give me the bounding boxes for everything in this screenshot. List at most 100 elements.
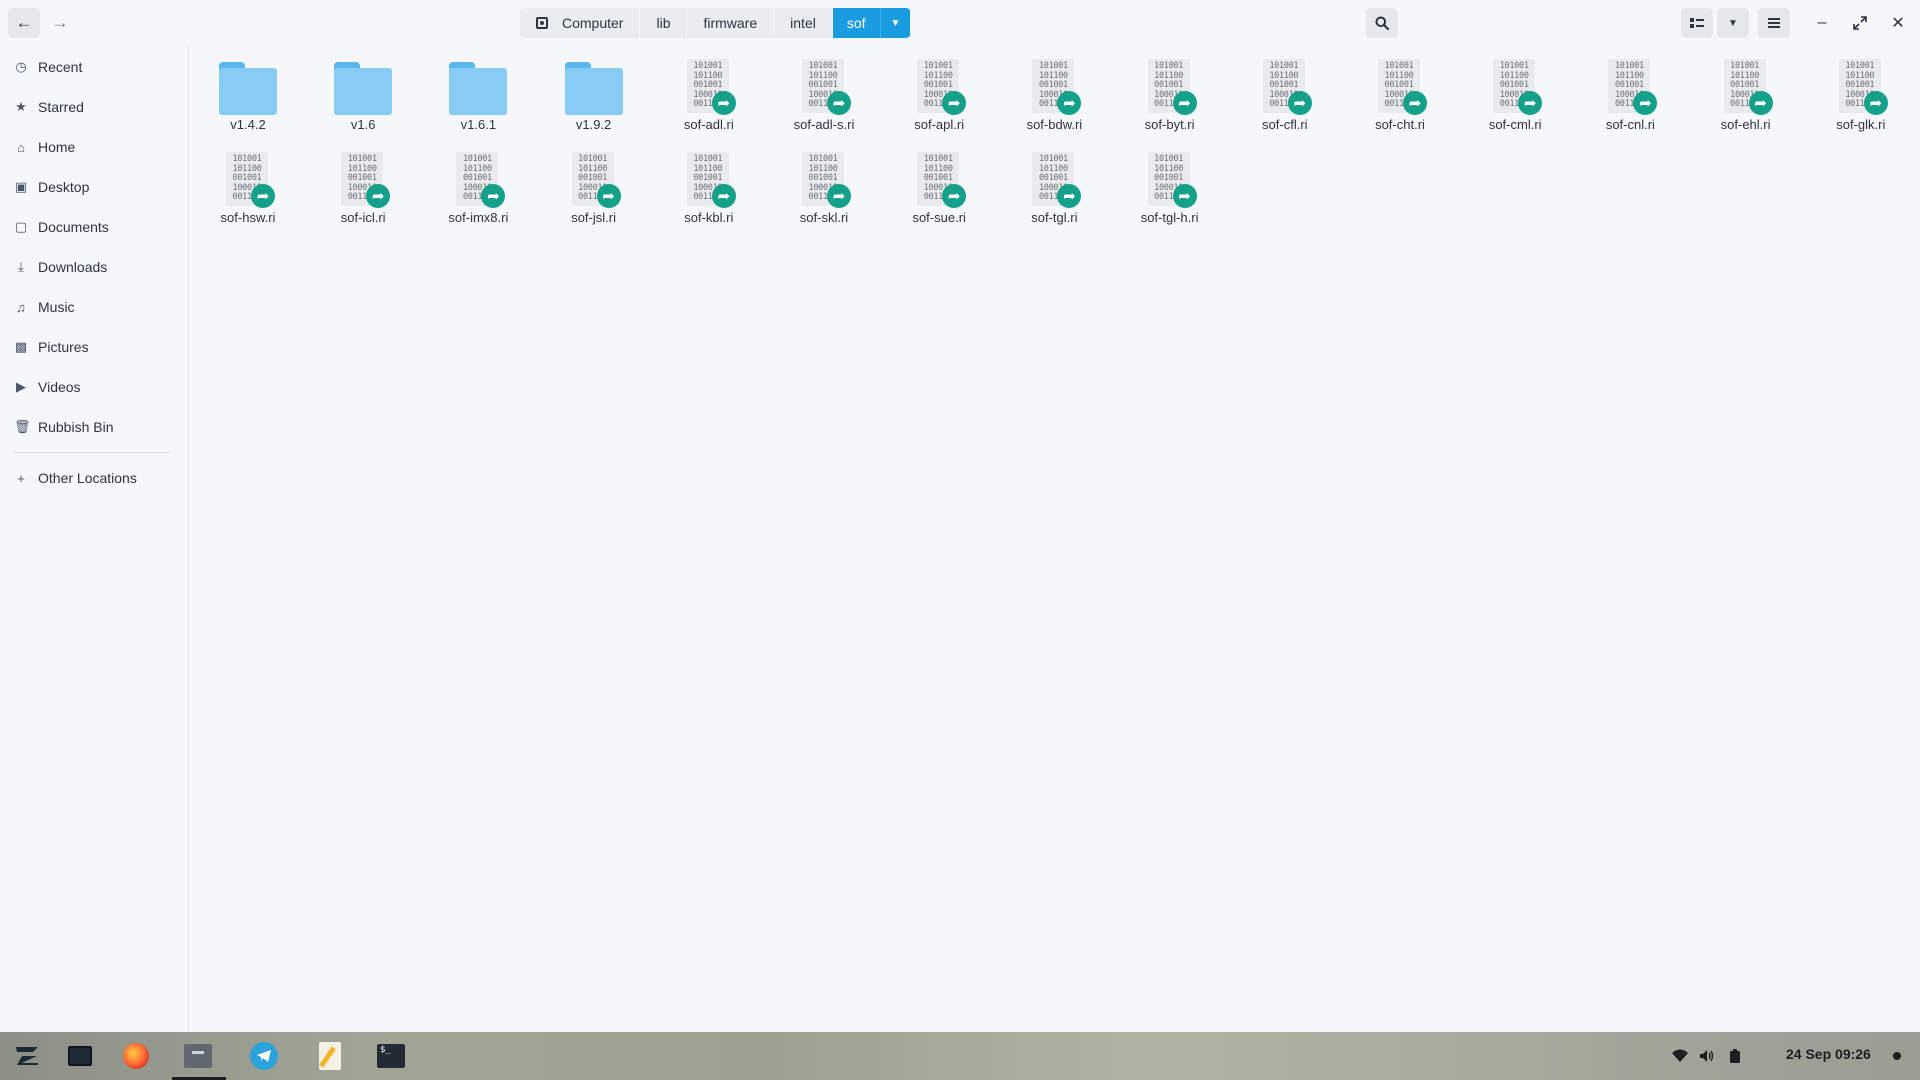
back-button[interactable]: ← <box>8 8 40 38</box>
sidebar-item-recent[interactable]: ◷ Recent <box>0 48 188 86</box>
download-icon: ⤓ <box>18 259 24 274</box>
text-editor-icon[interactable] <box>312 1038 348 1074</box>
telegram-icon[interactable] <box>246 1038 282 1074</box>
breadcrumb-computer[interactable]: Computer <box>520 8 641 38</box>
file-item[interactable]: 101001 101100 001001 100010 001101 ➦ sof-imx8.… <box>424 148 532 234</box>
file-name-label: sof-glk.ri <box>1836 117 1886 132</box>
sidebar-item-music[interactable]: ♫ Music <box>0 288 188 326</box>
main-menu-button[interactable] <box>1758 8 1790 38</box>
file-item[interactable]: 101001 101100 001001 100010 001101 ➦ sof-byt.r… <box>1116 55 1224 141</box>
file-item[interactable]: 101001 101100 001001 100010 001101 ➦ sof-cml.r… <box>1461 55 1569 141</box>
file-item[interactable]: 101001 101100 001001 100010 001101 ➦ sof-hsw.r… <box>194 148 302 234</box>
trash-icon: 🗑 <box>14 419 31 434</box>
file-item[interactable]: 101001 101100 001001 100010 001101 ➦ sof-cfl.r… <box>1231 55 1339 141</box>
file-item[interactable]: 101001 101100 001001 100010 001101 ➦ sof-kbl.r… <box>655 148 763 234</box>
sidebar-item-downloads[interactable]: ⤓ Downloads <box>0 248 188 286</box>
binary-file-icon: 101001 101100 001001 100010 001101 ➦ <box>910 57 968 115</box>
binary-file-icon: 101001 101100 001001 100010 001101 ➦ <box>1025 57 1083 115</box>
view-mode-button[interactable] <box>1681 8 1713 38</box>
breadcrumb-label: firmware <box>703 15 758 31</box>
folder-item[interactable]: v1.9.2 <box>540 55 648 141</box>
file-name-label: sof-adl-s.ri <box>793 117 855 132</box>
file-name-label: v1.9.2 <box>575 117 612 132</box>
file-item[interactable]: 101001 101100 001001 100010 001101 ➦ sof-glk.r… <box>1807 55 1915 141</box>
sidebar-item-label: Documents <box>38 219 109 235</box>
file-name-label: sof-jsl.ri <box>571 210 616 225</box>
sidebar-item-videos[interactable]: ▶ Videos <box>0 368 188 406</box>
symlink-arrow-icon: ➦ <box>1172 91 1197 115</box>
symlink-arrow-icon: ➦ <box>1863 91 1888 115</box>
sidebar-item-label: Downloads <box>38 259 108 275</box>
breadcrumb-intel[interactable]: intel <box>774 8 833 38</box>
file-item[interactable]: 101001 101100 001001 100010 001101 ➦ sof-jsl.r… <box>540 148 648 234</box>
file-item[interactable]: 101001 101100 001001 100010 001101 ➦ sof-cnl.r… <box>1576 55 1684 141</box>
binary-file-icon: 101001 101100 001001 100010 001101 ➦ <box>1486 57 1544 115</box>
file-item[interactable]: 101001 101100 001001 100010 001101 ➦ sof-tgl-h… <box>1116 148 1224 234</box>
clock[interactable]: 24 Sep 09:26 <box>1786 1046 1871 1062</box>
sidebar-item-label: Recent <box>38 59 83 75</box>
breadcrumb-firmware[interactable]: firmware <box>687 8 775 38</box>
symlink-arrow-icon: ➦ <box>251 184 275 208</box>
file-name-label: sof-byt.ri <box>1144 117 1195 132</box>
workspaces-icon[interactable] <box>62 1038 98 1074</box>
hamburger-menu-icon <box>1768 18 1780 28</box>
folder-item[interactable]: v1.4.2 <box>194 55 302 141</box>
breadcrumb-lib[interactable]: lib <box>640 8 688 38</box>
terminal-icon[interactable]: $_ <box>373 1038 409 1074</box>
binary-file-icon: 101001 101100 001001 100010 001101 ➦ <box>1717 57 1775 115</box>
breadcrumb-sof[interactable]: sof <box>832 8 880 38</box>
sidebar-item-label: Home <box>38 139 76 155</box>
symlink-arrow-icon: ➦ <box>1057 91 1082 115</box>
sidebar-item-rubbish-bin[interactable]: 🗑 Rubbish Bin <box>0 408 188 446</box>
file-name-label: sof-imx8.ri <box>448 210 509 225</box>
file-item[interactable]: 101001 101100 001001 100010 001101 ➦ sof-skl.r… <box>770 148 878 234</box>
symlink-arrow-icon: ➦ <box>1403 91 1427 115</box>
volume-icon[interactable] <box>1699 1046 1715 1066</box>
file-item[interactable]: 101001 101100 001001 100010 001101 ➦ sof-bdw.r… <box>1000 55 1108 141</box>
file-item[interactable]: 101001 101100 001001 100010 001101 ➦ sof-adl.r… <box>655 55 763 141</box>
file-item[interactable]: 101001 101100 001001 100010 001101 ➦ sof-cht.r… <box>1346 55 1454 141</box>
file-name-label: v1.6 <box>350 117 376 132</box>
notification-dot-icon[interactable] <box>1893 1046 1901 1066</box>
file-name-label: v1.6.1 <box>460 117 497 132</box>
sidebar-item-desktop[interactable]: ▣ Desktop <box>0 168 188 206</box>
symlink-arrow-icon: ➦ <box>711 91 736 115</box>
zorin-menu-icon[interactable] <box>9 1038 45 1074</box>
picture-icon: ▩ <box>14 339 28 354</box>
close-button[interactable]: ✕ <box>1883 8 1913 38</box>
sidebar-item-home[interactable]: ⌂ Home <box>0 128 188 166</box>
file-item[interactable]: 101001 101100 001001 100010 001101 ➦ sof-sue.r… <box>885 148 993 234</box>
document-icon: ▢ <box>14 219 28 234</box>
forward-button[interactable]: → <box>44 8 76 38</box>
minimize-icon: – <box>1817 14 1827 31</box>
file-item[interactable]: 101001 101100 001001 100010 001101 ➦ sof-apl.r… <box>885 55 993 141</box>
folder-icon <box>564 57 623 115</box>
folder-item[interactable]: v1.6 <box>309 55 417 141</box>
firefox-icon[interactable] <box>118 1038 154 1074</box>
view-options-button[interactable]: ▼ <box>1717 8 1749 38</box>
header-bar: ← → Computer lib firmware intel sof ▼ ▼ … <box>0 0 1920 45</box>
breadcrumb-label: sof <box>846 15 866 31</box>
folder-item[interactable]: v1.6.1 <box>424 55 532 141</box>
sidebar-item-documents[interactable]: ▢ Documents <box>0 208 188 246</box>
symlink-arrow-icon: ➦ <box>1633 91 1658 115</box>
search-button[interactable] <box>1366 8 1398 38</box>
breadcrumb-label: intel <box>790 15 816 31</box>
file-item[interactable]: 101001 101100 001001 100010 001101 ➦ sof-adl-s… <box>770 55 878 141</box>
restore-button[interactable] <box>1845 8 1875 38</box>
files-icon[interactable] <box>180 1038 216 1074</box>
file-item[interactable]: 101001 101100 001001 100010 001101 ➦ sof-tgl.r… <box>1000 148 1108 234</box>
sidebar-item-starred[interactable]: ★ Starred <box>0 88 188 126</box>
wifi-icon[interactable] <box>1672 1046 1688 1066</box>
symlink-arrow-icon: ➦ <box>1287 91 1312 115</box>
sidebar-item-other-locations[interactable]: + Other Locations <box>0 459 188 497</box>
symlink-arrow-icon: ➦ <box>827 184 851 208</box>
minimize-button[interactable]: – <box>1807 8 1837 38</box>
binary-file-icon: 101001 101100 001001 100010 001101 ➦ <box>334 150 392 208</box>
sidebar-item-pictures[interactable]: ▩ Pictures <box>0 328 188 366</box>
file-item[interactable]: 101001 101100 001001 100010 001101 ➦ sof-icl.r… <box>309 148 417 234</box>
battery-icon[interactable] <box>1730 1046 1740 1066</box>
breadcrumb-dropdown-button[interactable]: ▼ <box>879 8 912 38</box>
file-item[interactable]: 101001 101100 001001 100010 001101 ➦ sof-ehl.r… <box>1692 55 1800 141</box>
breadcrumb: Computer lib firmware intel sof ▼ <box>520 8 912 38</box>
